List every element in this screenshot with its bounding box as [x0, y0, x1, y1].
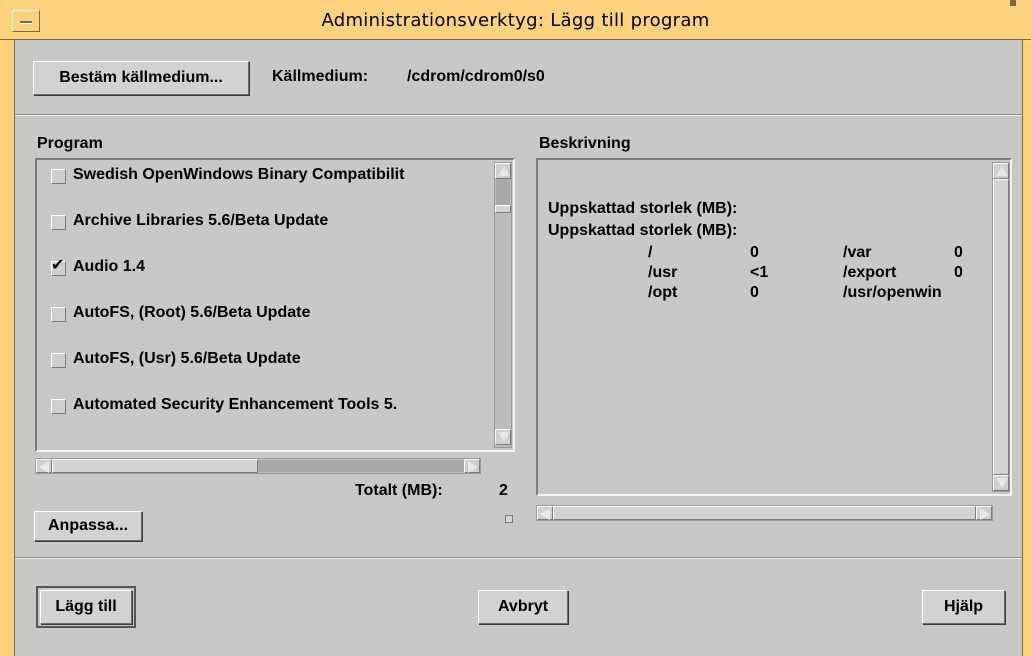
help-button[interactable]: Hjälp: [922, 590, 1005, 624]
size-path: /usr: [648, 264, 678, 281]
customize-button[interactable]: Anpassa...: [34, 511, 142, 541]
description-vscrollbar[interactable]: [992, 162, 1010, 492]
program-list-vscrollbar[interactable]: [494, 162, 512, 448]
add-label: Lägg till: [55, 598, 117, 615]
list-item-label: AutoFS, (Root) 5.6/Beta Update: [73, 304, 311, 321]
list-item-label: Archive Libraries 5.6/Beta Update: [73, 212, 329, 229]
size-path: /usr/openwin: [843, 284, 942, 301]
list-item-label: Audio 1.4: [73, 258, 146, 275]
size-value: 0: [750, 284, 759, 301]
checkbox[interactable]: [51, 169, 66, 184]
size-value: 0: [750, 244, 759, 261]
checkbox[interactable]: ✔: [51, 257, 66, 276]
cancel-button[interactable]: Avbryt: [478, 590, 568, 624]
size-label-2: Uppskattad storlek (MB):: [548, 222, 738, 239]
checkbox[interactable]: [51, 399, 66, 414]
program-heading: Program: [37, 135, 103, 152]
size-path: /export: [843, 264, 897, 281]
hscroll-thumb[interactable]: [52, 459, 258, 473]
source-path: /cdrom/cdrom0/s0: [407, 68, 545, 85]
customize-label: Anpassa...: [47, 517, 129, 534]
program-list[interactable]: Swedish OpenWindows Binary Compatibilit A…: [35, 158, 515, 452]
vscroll-thumb[interactable]: [495, 205, 511, 213]
program-list-hscrollbar[interactable]: [35, 458, 481, 474]
checkbox[interactable]: [51, 307, 66, 322]
source-label: Källmedium:: [272, 68, 369, 85]
size-value: 0: [954, 264, 963, 281]
size-path: /: [648, 244, 653, 261]
scroll-right-icon[interactable]: [464, 459, 480, 473]
size-path: /opt: [648, 284, 678, 301]
total-label: Totalt (MB):: [355, 482, 443, 499]
description-heading: Beskrivning: [539, 135, 631, 152]
scroll-down-icon[interactable]: [993, 475, 1009, 491]
add-button[interactable]: Lägg till: [36, 586, 136, 628]
total-value: 2: [499, 482, 508, 499]
resize-corner-icon[interactable]: [1010, 0, 1016, 6]
resize-handle-icon[interactable]: [505, 515, 513, 523]
scroll-left-icon[interactable]: [537, 506, 553, 520]
checkmark-icon: ✔: [51, 257, 65, 274]
description-panel: Uppskattad storlek (MB): Uppskattad stor…: [536, 158, 1012, 496]
scroll-up-icon[interactable]: [993, 163, 1009, 179]
checkbox[interactable]: [51, 215, 66, 230]
list-item-label: AutoFS, (Usr) 5.6/Beta Update: [73, 350, 301, 367]
title-bar[interactable]: Administrationsverktyg: Lägg till progra…: [0, 0, 1031, 40]
hscroll-thumb[interactable]: [553, 506, 976, 520]
scroll-up-icon[interactable]: [495, 163, 511, 179]
choose-source-label: Bestäm källmedium...: [59, 69, 223, 86]
checkbox[interactable]: [51, 353, 66, 368]
window-frame-left: [0, 0, 15, 656]
vscroll-thumb[interactable]: [993, 179, 1009, 475]
description-hscrollbar[interactable]: [536, 505, 993, 521]
list-item-label: Automated Security Enhancement Tools 5.: [73, 396, 398, 413]
scroll-down-icon[interactable]: [495, 429, 511, 445]
scroll-right-icon[interactable]: [976, 506, 992, 520]
separator: [15, 114, 1022, 116]
window-title: Administrationsverktyg: Lägg till progra…: [321, 10, 710, 31]
separator: [15, 557, 1022, 559]
size-value: <1: [750, 264, 769, 281]
choose-source-button[interactable]: Bestäm källmedium...: [33, 61, 249, 95]
size-label-1: Uppskattad storlek (MB):: [548, 200, 738, 217]
dialog-content: Bestäm källmedium... Källmedium: /cdrom/…: [15, 41, 1022, 656]
help-label: Hjälp: [943, 598, 984, 615]
cancel-label: Avbryt: [497, 598, 549, 615]
list-item-label: Swedish OpenWindows Binary Compatibilit: [73, 166, 405, 183]
size-value: 0: [954, 244, 963, 261]
scroll-left-icon[interactable]: [36, 459, 52, 473]
window-frame-right: [1022, 0, 1031, 656]
size-path: /var: [843, 244, 872, 261]
